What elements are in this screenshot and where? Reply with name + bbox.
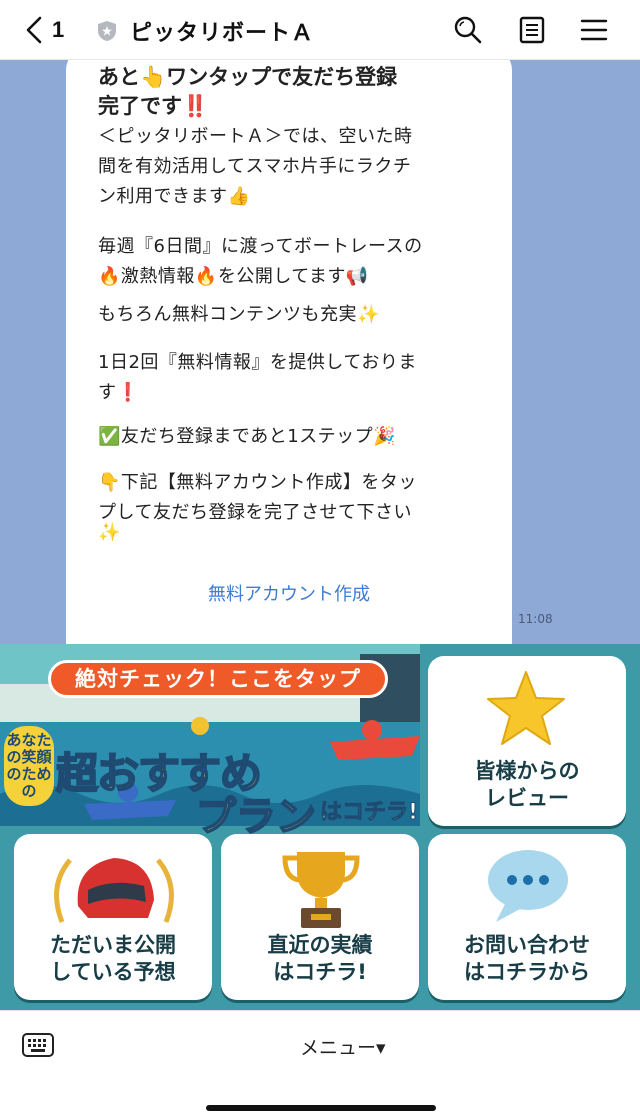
message-line: 🔥激熱情報🔥を公開してます📢 xyxy=(98,266,369,287)
results-button[interactable]: 直近の実績 はコチラ! xyxy=(221,834,419,1000)
notes-icon[interactable] xyxy=(516,14,548,46)
back-chevron-icon xyxy=(26,16,42,44)
message-line: ン利用できます👍 xyxy=(98,186,251,207)
message-timestamp: 11:08 xyxy=(518,612,553,626)
message-line: す❗ xyxy=(98,382,140,403)
chat-title: ピッタリボートＡ xyxy=(130,21,315,46)
create-free-account-link[interactable]: 無料アカウント作成 xyxy=(66,580,512,606)
reviews-label-line2: レビュー xyxy=(485,786,569,810)
message-title-line1: あと👆ワンタップで友だち登録 xyxy=(98,65,398,89)
home-indicator[interactable] xyxy=(206,1105,436,1111)
recommended-plan-banner[interactable]: 絶対チェック！ここをタップ あなたの笑顔のための 超おすすめ プラン はコチラ! xyxy=(0,644,420,841)
for-your-smile-label: あなたの笑顔のための xyxy=(4,726,54,806)
message-line: プして友だち登録を完了させて下さい xyxy=(98,502,412,523)
bottom-bar: メニュー▾ xyxy=(0,1010,640,1120)
chat-header: 1 ピッタリボートＡ xyxy=(0,0,640,60)
results-label-line1: 直近の実績 xyxy=(267,933,373,957)
message-line: 間を有効活用してスマホ片手にラクチ xyxy=(98,156,412,177)
search-icon[interactable] xyxy=(452,14,484,46)
results-label-line2: はコチラ! xyxy=(273,960,367,984)
reviews-button[interactable]: 皆様からの レビュー xyxy=(428,656,626,826)
message-line: ✅友だち登録まであと1ステップ🎉 xyxy=(98,426,397,447)
keyboard-icon[interactable] xyxy=(22,1033,54,1057)
forecast-button[interactable]: ただいま公開 している予想 xyxy=(14,834,212,1000)
contact-label-line1: お問い合わせ xyxy=(464,933,590,957)
trophy-icon xyxy=(282,852,360,928)
menu-icon[interactable] xyxy=(578,14,610,46)
message-line: もちろん無料コンテンツも充実✨ xyxy=(98,304,380,325)
here-label: はコチラ! xyxy=(319,800,419,826)
message-line: 毎週『6日間』に渡ってボートレースの xyxy=(98,236,423,257)
star-icon xyxy=(487,671,565,745)
unread-count: 1 xyxy=(52,17,65,42)
rich-menu: 絶対チェック！ここをタップ あなたの笑顔のための 超おすすめ プラン はコチラ!… xyxy=(0,644,640,1010)
contact-button[interactable]: お問い合わせ はコチラから xyxy=(428,834,626,1000)
helmet-icon xyxy=(54,858,174,923)
back-button[interactable]: 1 xyxy=(24,14,78,46)
check-here-pill: 絶対チェック！ここをタップ xyxy=(48,660,388,698)
message-line: 1日2回『無料情報』を提供しておりま xyxy=(98,352,417,373)
chat-area[interactable]: あと👆ワンタップで友だち登録 完了です‼️ ＜ピッタリボートＡ＞では、空いた時 … xyxy=(0,60,640,644)
speech-bubble-icon xyxy=(488,850,568,922)
message-line: ✨ xyxy=(98,522,121,543)
contact-label-line2: はコチラから xyxy=(464,960,590,984)
shield-icon xyxy=(98,21,116,41)
rich-menu-toggle[interactable]: メニュー▾ xyxy=(300,1033,386,1060)
forecast-label-line2: している予想 xyxy=(50,960,176,984)
reviews-label-line1: 皆様からの xyxy=(474,759,580,783)
message-line: 👇下記【無料アカウント作成】をタッ xyxy=(98,472,417,493)
forecast-label-line1: ただいま公開 xyxy=(50,933,176,957)
message-line: ＜ピッタリボートＡ＞では、空いた時 xyxy=(98,126,413,147)
message-title-line2: 完了です‼️ xyxy=(98,94,209,118)
